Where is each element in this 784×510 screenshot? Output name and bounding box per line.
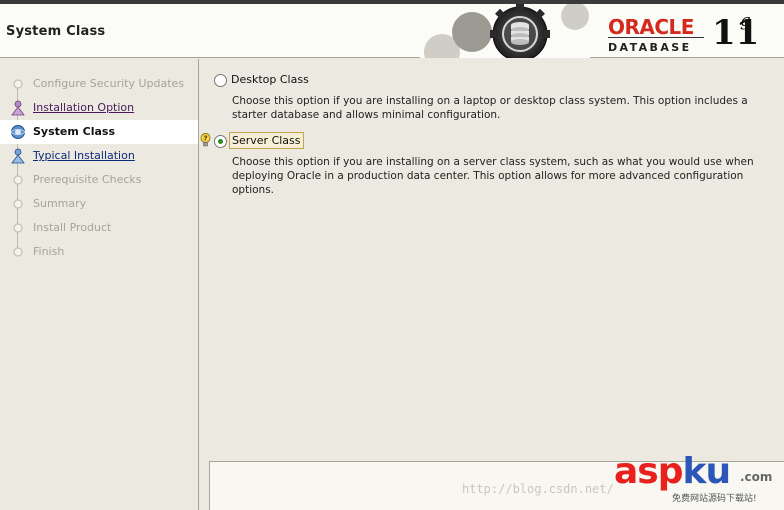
step-label: Finish <box>33 245 65 258</box>
logo-divider <box>608 37 704 38</box>
step-finish: Finish <box>0 240 198 264</box>
logo-version-suffix: g <box>740 11 751 31</box>
step-label: Install Product <box>33 221 112 234</box>
step-installation-option[interactable]: Installation Option <box>0 96 198 120</box>
aspku-wordmark-part-b: ku <box>682 451 732 492</box>
step-pending-icon <box>13 247 23 257</box>
main-content: Desktop Class Choose this option if you … <box>200 59 784 510</box>
step-summary: Summary <box>0 192 198 216</box>
step-label[interactable]: Installation Option <box>33 101 134 114</box>
header-topline <box>0 0 784 4</box>
svg-text:?: ? <box>203 135 207 143</box>
aspku-wordmark-part-a: asp <box>614 451 683 492</box>
aspku-wordmark: aspku <box>614 451 732 492</box>
header-bar: System Class ORACLE DATABASE 11 g <box>0 0 784 58</box>
aspku-tld: .com <box>740 470 773 484</box>
step-typical-installation[interactable]: Typical Installation <box>0 144 198 168</box>
aspku-slogan: 免费网站源码下载站! <box>672 494 757 504</box>
step-pending-icon <box>13 79 23 89</box>
step-label: Prerequisite Checks <box>33 173 142 186</box>
desktop-class-description: Choose this option if you are installing… <box>232 95 748 121</box>
logo-version: 11 <box>712 13 760 53</box>
step-system-class: System Class <box>0 120 198 144</box>
step-label: System Class <box>33 125 116 138</box>
step-pending-icon <box>13 175 23 185</box>
logo-brand: ORACLE <box>608 15 694 39</box>
step-label: Summary <box>33 197 87 210</box>
page-title: System Class <box>6 24 106 39</box>
desktop-class-label[interactable]: Desktop Class <box>231 73 309 86</box>
step-done-person-icon <box>11 100 25 116</box>
step-pending-icon <box>13 223 23 233</box>
blog-url-watermark: http://blog.csdn.net/ <box>462 482 614 496</box>
server-class-label[interactable]: Server Class <box>229 132 304 149</box>
step-next-person-icon <box>11 148 25 164</box>
step-install-product: Install Product <box>0 216 198 240</box>
server-class-description: Choose this option if you are installing… <box>232 156 754 196</box>
wizard-steps-sidebar: Configure Security Updates Installation … <box>0 59 199 510</box>
step-pending-icon <box>13 199 23 209</box>
server-class-radio[interactable] <box>214 135 227 148</box>
step-current-globe-icon <box>11 125 25 139</box>
gears-graphic-icon <box>420 4 590 58</box>
step-configure-security-updates: Configure Security Updates <box>0 72 198 96</box>
step-prerequisite-checks: Prerequisite Checks <box>0 168 198 192</box>
aspku-watermark-logo: aspku .com 免费网站源码下载站! <box>614 452 782 508</box>
logo-product: DATABASE <box>608 41 692 54</box>
step-label: Configure Security Updates <box>33 77 185 90</box>
desktop-class-radio[interactable] <box>214 74 227 87</box>
oracle-database-11g-logo: ORACLE DATABASE 11 g <box>606 11 781 57</box>
lightbulb-hint-icon: ? <box>200 133 211 147</box>
step-label[interactable]: Typical Installation <box>33 149 135 162</box>
